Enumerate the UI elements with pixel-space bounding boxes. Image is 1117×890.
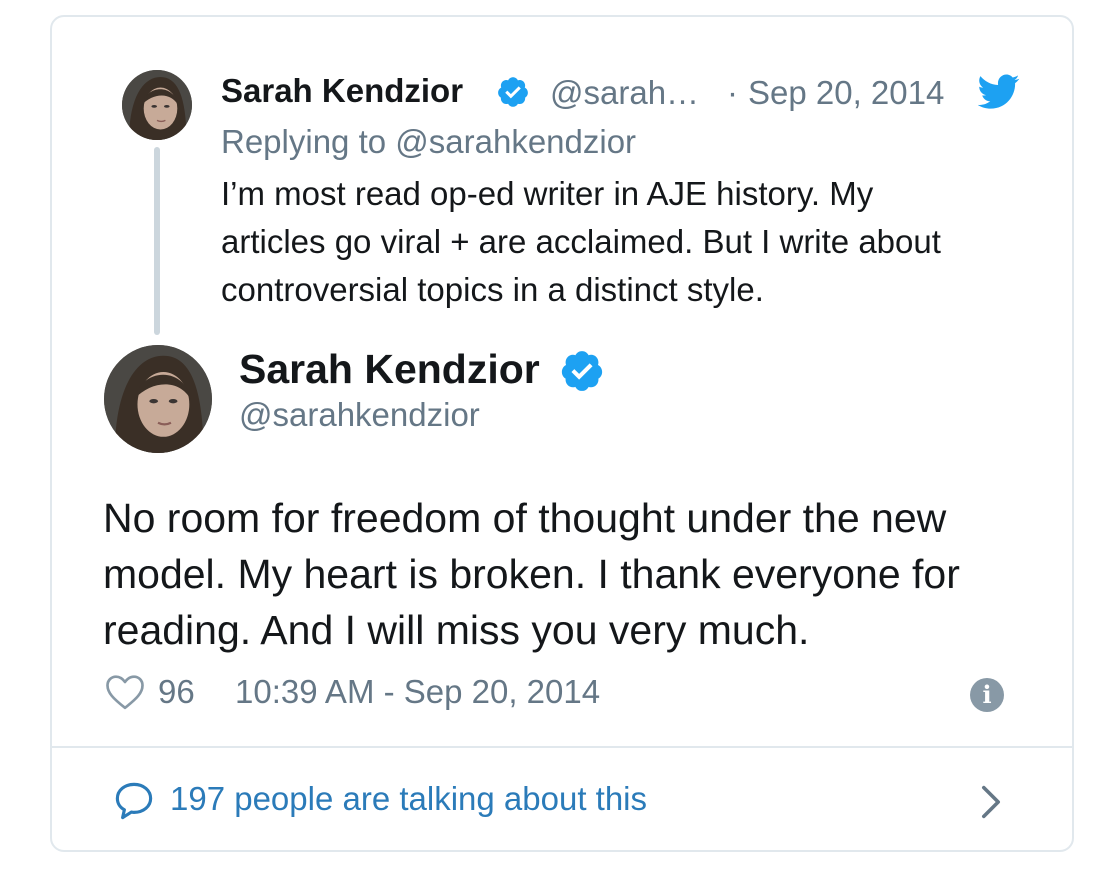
tweet-text-line: model. My heart is broken. I thank every… bbox=[103, 551, 960, 597]
quoted-text-line: I’m most read op-ed writer in AJE histor… bbox=[221, 175, 874, 212]
tweet-timestamp[interactable]: 10:39 AM - Sep 20, 2014 bbox=[235, 673, 600, 711]
main-author-name[interactable]: Sarah Kendzior bbox=[239, 346, 540, 393]
avatar-image bbox=[104, 345, 212, 453]
chevron-right-icon[interactable] bbox=[980, 784, 1002, 820]
quoted-text-line: controversial topics in a distinct style… bbox=[221, 271, 764, 308]
avatar-image bbox=[122, 70, 192, 140]
twitter-bird-icon[interactable] bbox=[978, 74, 1020, 110]
card-divider bbox=[50, 746, 1074, 748]
quoted-author-handle[interactable]: @sarah… bbox=[550, 74, 699, 112]
main-tweet-text: No room for freedom of thought under the… bbox=[103, 490, 1023, 658]
talking-about-link[interactable]: 197 people are talking about this bbox=[170, 780, 647, 818]
main-author-handle[interactable]: @sarahkendzior bbox=[239, 396, 480, 434]
like-count[interactable]: 96 bbox=[158, 673, 195, 711]
speech-bubble-icon[interactable] bbox=[113, 780, 155, 822]
quoted-date[interactable]: Sep 20, 2014 bbox=[748, 74, 944, 112]
replying-to-text[interactable]: Replying to @sarahkendzior bbox=[221, 123, 636, 161]
quoted-tweet-text: I’m most read op-ed writer in AJE histor… bbox=[221, 170, 1021, 314]
verified-badge-icon bbox=[498, 77, 528, 107]
separator-dot: · bbox=[727, 74, 738, 111]
quoted-text-line: articles go viral + are acclaimed. But I… bbox=[221, 223, 941, 260]
tweet-text-line: reading. And I will miss you very much. bbox=[103, 607, 810, 653]
quoted-author-name[interactable]: Sarah Kendzior bbox=[221, 72, 463, 110]
info-icon[interactable]: i bbox=[970, 678, 1004, 712]
heart-icon[interactable] bbox=[105, 673, 145, 711]
tweet-text-line: No room for freedom of thought under the… bbox=[103, 495, 947, 541]
verified-badge-icon bbox=[561, 351, 603, 391]
main-avatar[interactable] bbox=[104, 345, 212, 453]
thread-connector-line bbox=[154, 147, 160, 335]
quoted-avatar[interactable] bbox=[122, 70, 192, 140]
